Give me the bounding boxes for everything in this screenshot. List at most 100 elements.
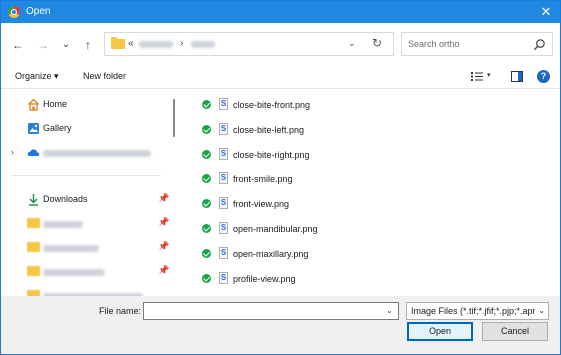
- cloud-icon: [27, 149, 40, 156]
- file-name: open-maxillary.png: [233, 248, 309, 259]
- open-button[interactable]: Open: [407, 322, 473, 341]
- folder-icon: [27, 242, 40, 252]
- png-file-icon: [219, 147, 228, 160]
- sidebar-item-pinned-folder[interactable]: 📌: [1, 237, 169, 259]
- navigation-pane-scrollbar[interactable]: [171, 93, 177, 296]
- png-file-icon: [219, 172, 228, 185]
- file-row[interactable]: front-view.png: [181, 191, 560, 215]
- title-bar[interactable]: Open ✕: [1, 1, 560, 23]
- file-name-input[interactable]: [143, 302, 399, 320]
- address-separator-icon: ›: [180, 38, 184, 49]
- sync-status-check-icon: [202, 199, 211, 209]
- organize-menu[interactable]: Organize ▾: [15, 71, 59, 82]
- scrollbar-thumb[interactable]: [173, 99, 175, 137]
- sidebar-item-onedrive[interactable]: ›: [1, 142, 169, 164]
- file-name-dropdown-chevron-icon[interactable]: ⌄: [386, 306, 393, 315]
- png-file-icon: [219, 98, 228, 110]
- sync-status-check-icon: [202, 124, 211, 134]
- back-arrow-icon[interactable]: ←: [10, 37, 26, 53]
- command-bar: Organize ▾ New folder ▾ ?: [1, 65, 560, 89]
- sidebar-item-label-redacted: [43, 150, 151, 157]
- address-segment-redacted[interactable]: [139, 41, 173, 48]
- pin-icon[interactable]: 📌: [158, 265, 169, 276]
- file-list: close-bite-front.png close-bite-left.png c…: [181, 89, 560, 296]
- view-dropdown-chevron-icon[interactable]: ▾: [487, 71, 491, 79]
- expand-chevron-icon[interactable]: ›: [11, 147, 14, 157]
- png-file-icon: [219, 222, 228, 234]
- png-file-icon: [219, 246, 228, 259]
- file-name-label: File name:: [99, 306, 142, 316]
- sidebar-item-label-redacted: [43, 245, 99, 252]
- file-name: open-mandibular.png: [233, 224, 318, 234]
- pin-icon[interactable]: 📌: [158, 193, 169, 204]
- file-row[interactable]: front-smile.png: [181, 166, 560, 190]
- address-dropdown-chevron-icon[interactable]: ⌄: [348, 38, 356, 49]
- pin-icon[interactable]: 📌: [158, 217, 169, 228]
- file-row[interactable]: open-mandibular.png: [181, 216, 560, 240]
- file-type-select[interactable]: Image Files (*.tif;*.jfif;*.pjp;*.apng) …: [406, 302, 549, 320]
- sync-status-check-icon: [202, 174, 211, 184]
- download-arrow-icon: [29, 194, 38, 206]
- file-row[interactable]: close-bite-front.png: [181, 92, 560, 116]
- file-name: profile-view.png: [233, 273, 296, 284]
- sync-status-check-icon: [202, 248, 211, 258]
- sidebar-item-label: Home: [43, 99, 68, 109]
- window-title: Open: [26, 6, 51, 17]
- cancel-button[interactable]: Cancel: [482, 322, 548, 341]
- home-icon: [28, 98, 39, 111]
- sidebar-item-label-redacted: [43, 269, 105, 276]
- forward-arrow-icon[interactable]: →: [35, 37, 51, 53]
- file-type-dropdown-chevron-icon: ⌄: [538, 306, 545, 315]
- address-overflow-chevron[interactable]: «: [128, 38, 134, 49]
- chrome-app-icon: [8, 6, 20, 18]
- refresh-icon[interactable]: ↻: [372, 36, 382, 50]
- address-segment-redacted[interactable]: [191, 41, 215, 48]
- sidebar-item-home[interactable]: Home: [1, 94, 169, 116]
- sidebar-item-pinned-folder[interactable]: [1, 285, 169, 296]
- navigation-pane: Home Gallery › Downloads 📌 📌 📌 📌: [1, 89, 169, 296]
- sync-status-check-icon: [202, 100, 211, 109]
- file-name: close-bite-left.png: [233, 124, 305, 135]
- file-row[interactable]: close-bite-left.png: [181, 117, 560, 141]
- search-icon: [533, 39, 545, 51]
- search-box[interactable]: Search ortho: [401, 32, 553, 56]
- sidebar-item-downloads[interactable]: Downloads 📌: [1, 189, 169, 211]
- png-file-icon: [219, 197, 228, 210]
- navigation-bar: ← → ⌄ ↑ « › ⌄ ↻ Search ortho: [1, 23, 560, 65]
- search-placeholder: Search ortho: [408, 39, 460, 49]
- preview-pane-icon[interactable]: [511, 71, 523, 82]
- file-name: close-bite-right.png: [233, 149, 310, 160]
- sidebar-item-label: Downloads: [43, 194, 88, 204]
- new-folder-button[interactable]: New folder: [83, 71, 126, 81]
- sidebar-divider: [11, 175, 161, 176]
- up-arrow-icon[interactable]: ↑: [80, 37, 96, 53]
- file-name: front-view.png: [233, 199, 290, 210]
- help-icon[interactable]: ?: [537, 70, 550, 83]
- file-row[interactable]: close-bite-right.png: [181, 142, 560, 166]
- dialog-footer: File name: ⌄ Image Files (*.tif;*.jfif;*…: [1, 296, 560, 354]
- sidebar-item-pinned-folder[interactable]: 📌: [1, 213, 169, 235]
- close-icon[interactable]: ✕: [538, 3, 554, 21]
- sync-status-check-icon: [202, 149, 211, 159]
- file-name: front-smile.png: [233, 174, 293, 185]
- pin-icon[interactable]: 📌: [158, 241, 169, 252]
- png-file-icon: [219, 122, 228, 135]
- sync-status-check-icon: [202, 224, 211, 233]
- open-file-dialog: Open ✕ ← → ⌄ ↑ « › ⌄ ↻ Search ortho Orga…: [0, 0, 561, 355]
- view-options-icon[interactable]: [471, 71, 483, 82]
- recent-locations-chevron-icon[interactable]: ⌄: [58, 37, 74, 53]
- folder-icon: [27, 218, 40, 228]
- png-file-icon: [219, 271, 228, 284]
- sidebar-item-gallery[interactable]: Gallery: [1, 118, 169, 140]
- file-row[interactable]: profile-view.png: [181, 266, 560, 290]
- address-bar[interactable]: « › ⌄ ↻: [104, 32, 394, 56]
- sidebar-item-label-redacted: [43, 221, 83, 228]
- gallery-icon: [28, 123, 39, 134]
- file-type-value: Image Files (*.tif;*.jfif;*.pjp;*.apng): [411, 306, 535, 316]
- file-row[interactable]: open-maxillary.png: [181, 241, 560, 265]
- sidebar-item-label: Gallery: [43, 123, 72, 133]
- sync-status-check-icon: [202, 273, 211, 283]
- folder-icon: [27, 266, 40, 276]
- sidebar-item-pinned-folder[interactable]: 📌: [1, 261, 169, 283]
- file-name: close-bite-front.png: [233, 100, 311, 110]
